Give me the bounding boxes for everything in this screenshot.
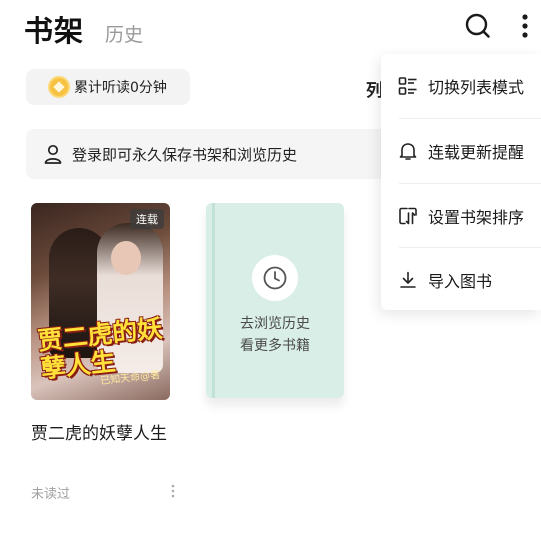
menu-item-label: 切换列表模式 xyxy=(428,78,525,97)
book-cover[interactable]: 连载 贾二虎的妖孽人生 已知天命@著 xyxy=(31,203,170,400)
list-mode-icon xyxy=(398,77,417,95)
tab-bookshelf[interactable]: 书架 xyxy=(24,8,84,50)
book-more-icon[interactable] xyxy=(171,484,175,498)
book-read-status: 未读过 xyxy=(31,487,71,502)
search-icon[interactable] xyxy=(464,12,492,40)
cover-face xyxy=(111,241,141,275)
overflow-menu: 切换列表模式 连载更新提醒 设置书架排序 导入图书 xyxy=(381,54,541,310)
history-card-line2: 看更多书籍 xyxy=(240,338,310,354)
menu-item-label: 连载更新提醒 xyxy=(428,143,525,162)
bell-icon xyxy=(399,143,417,160)
listen-stats-pill[interactable]: 累计听读0分钟 xyxy=(26,69,190,105)
user-icon xyxy=(44,144,62,164)
browse-history-card[interactable]: 去浏览历史 看更多书籍 xyxy=(206,203,344,398)
card-spine xyxy=(212,203,215,398)
listen-stats-label: 累计听读0分钟 xyxy=(74,80,167,96)
menu-item-label: 导入图书 xyxy=(428,272,493,291)
menu-item-label: 设置书架排序 xyxy=(428,208,525,227)
login-prompt-text: 登录即可永久保存书架和浏览历史 xyxy=(72,145,298,164)
tab-history[interactable]: 历史 xyxy=(105,20,143,47)
history-card-line1: 去浏览历史 xyxy=(240,316,310,332)
sort-icon xyxy=(399,207,417,225)
more-vertical-icon[interactable] xyxy=(515,12,535,40)
menu-item-update-reminder[interactable]: 连载更新提醒 xyxy=(381,119,541,183)
download-icon xyxy=(400,271,416,288)
coin-icon xyxy=(48,76,70,98)
clock-icon xyxy=(252,255,298,301)
menu-item-import-books[interactable]: 导入图书 xyxy=(381,248,541,312)
book-title[interactable]: 贾二虎的妖孽人生 xyxy=(31,418,171,451)
menu-item-sort-shelf[interactable]: 设置书架排序 xyxy=(381,184,541,248)
serial-badge: 连载 xyxy=(130,209,164,229)
menu-item-list-mode[interactable]: 切换列表模式 xyxy=(381,54,541,118)
